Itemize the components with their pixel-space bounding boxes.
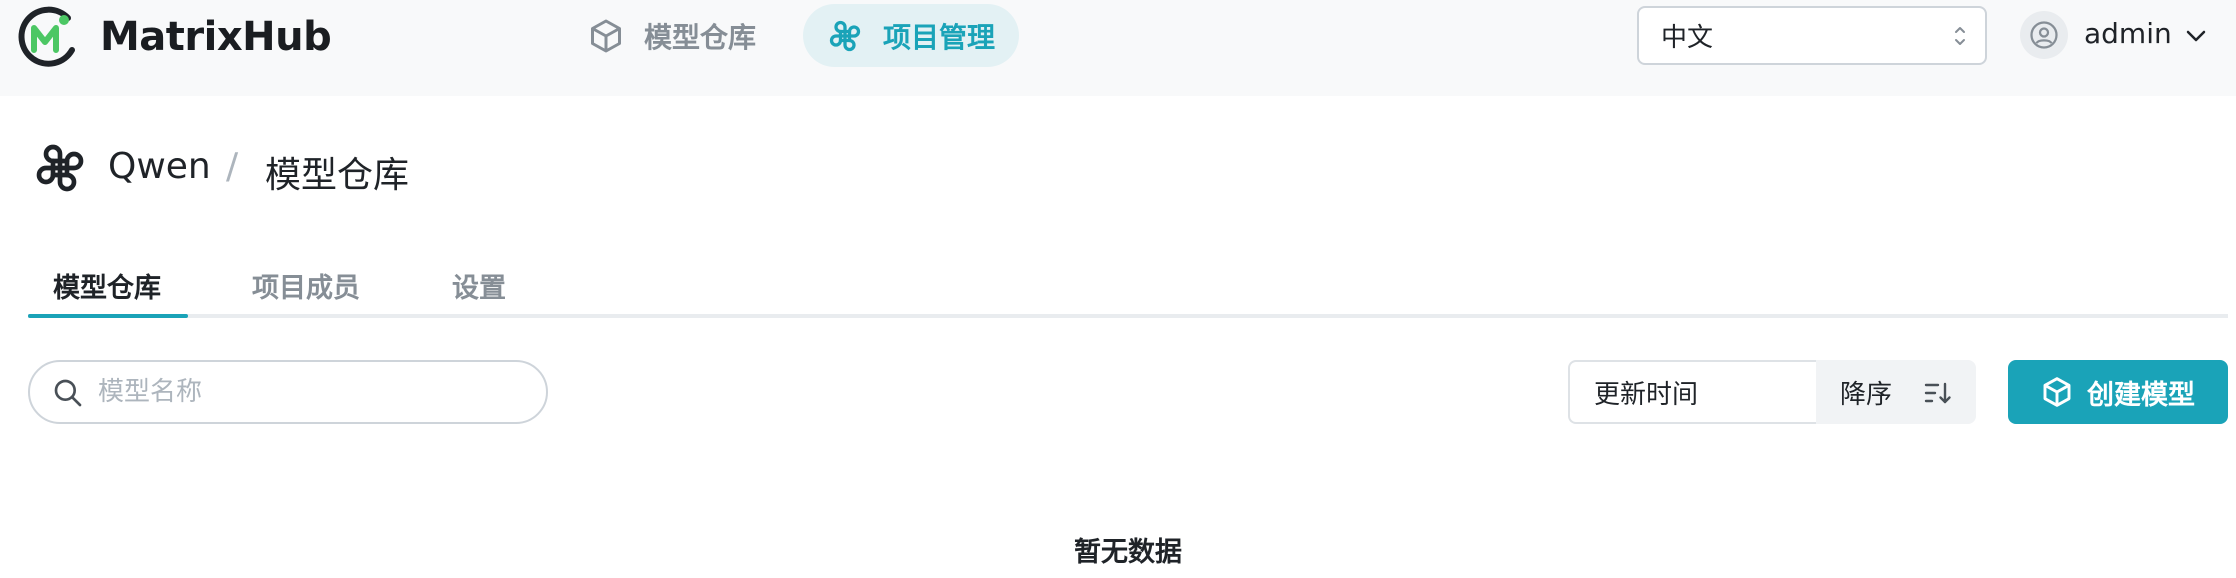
matrixhub-logo-icon[interactable] <box>14 4 80 70</box>
cube-icon <box>591 19 621 52</box>
search-input[interactable] <box>98 370 528 414</box>
active-tab-indicator <box>28 314 188 318</box>
sort-descending-icon <box>1924 382 1951 404</box>
tab-settings[interactable]: 设置 <box>452 266 506 305</box>
chevron-down-icon[interactable] <box>2184 24 2208 48</box>
sort-order-label: 降序 <box>1840 379 1893 410</box>
top-header: MatrixHub 模型仓库 项目管理 中文 admin <box>0 0 2236 96</box>
user-icon <box>2030 21 2058 49</box>
nav-project-management[interactable]: 项目管理 <box>803 4 1019 67</box>
language-selected-value: 中文 <box>1661 23 1714 53</box>
sort-field-value: 更新时间 <box>1594 379 1699 410</box>
avatar[interactable] <box>2020 11 2068 59</box>
search-box[interactable] <box>28 360 548 424</box>
project-icon <box>829 20 861 51</box>
brand-name[interactable]: MatrixHub <box>100 14 332 60</box>
nav-model-repository[interactable]: 模型仓库 <box>578 4 778 67</box>
breadcrumb-project[interactable]: Qwen <box>108 146 211 187</box>
breadcrumb-separator: / <box>226 146 239 187</box>
sort-order-toggle[interactable]: 降序 <box>1816 360 1976 424</box>
chevron-up-down-icon <box>1955 27 1965 45</box>
search-icon <box>54 379 82 407</box>
create-model-label: 创建模型 <box>2087 379 2195 411</box>
project-icon <box>36 144 84 192</box>
user-name[interactable]: admin <box>2084 17 2172 50</box>
nav-model-repository-label: 模型仓库 <box>644 20 757 54</box>
sort-field-select[interactable]: 更新时间 <box>1568 360 1816 424</box>
cube-icon <box>2043 377 2071 407</box>
nav-project-management-label: 项目管理 <box>883 20 996 54</box>
tab-model-repository[interactable]: 模型仓库 <box>53 266 161 305</box>
tabs-divider <box>28 314 2228 318</box>
language-select[interactable]: 中文 <box>1637 6 1987 65</box>
empty-state-message: 暂无数据 <box>1074 537 1182 568</box>
page-title: 模型仓库 <box>265 155 410 196</box>
create-model-button[interactable]: 创建模型 <box>2008 360 2228 424</box>
tab-project-members[interactable]: 项目成员 <box>252 266 360 305</box>
